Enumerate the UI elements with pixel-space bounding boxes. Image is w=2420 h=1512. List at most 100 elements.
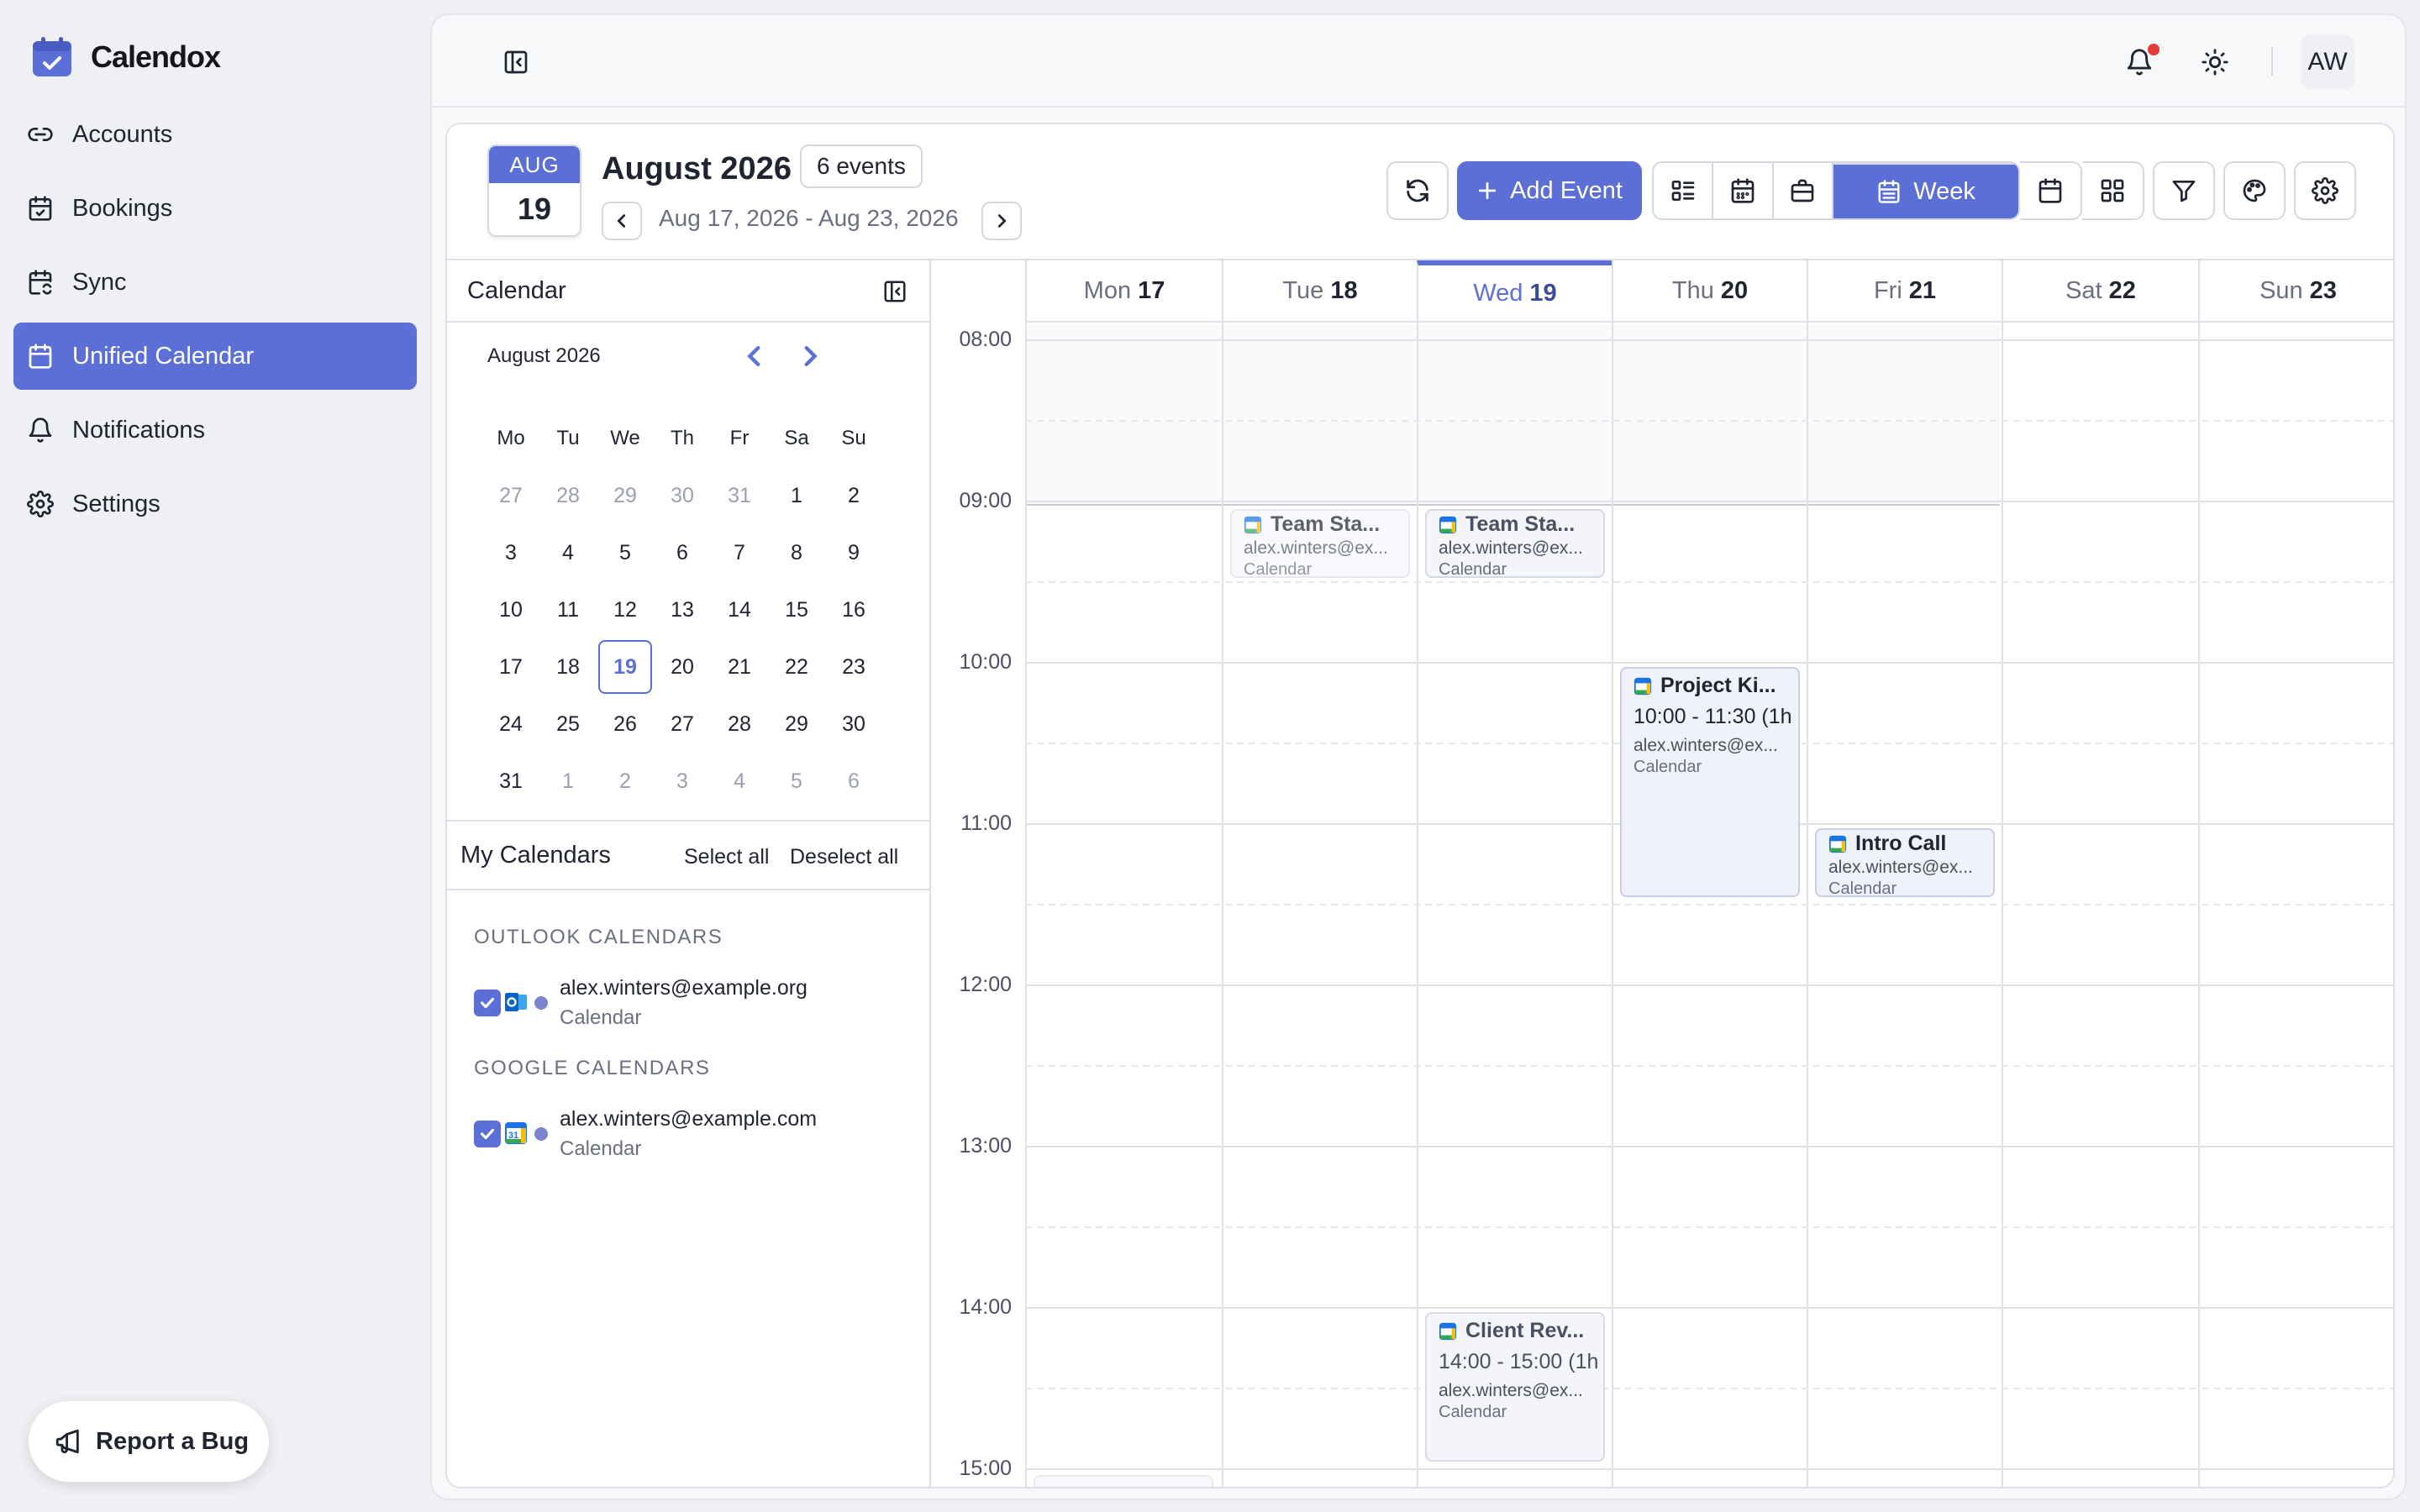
mini-day[interactable]: 14 [711,581,768,638]
mini-day[interactable]: 17 [482,638,539,696]
mini-day[interactable]: 10 [482,581,539,638]
mini-day[interactable]: 25 [539,696,597,753]
event-project-kickoff[interactable]: Project Ki... 10:00 - 11:30 (1h alex.win… [1620,667,1800,897]
mini-day[interactable]: 6 [825,753,882,810]
event-title: Team Sta... [1465,512,1576,536]
refresh-button[interactable] [1386,161,1449,220]
top-bar: AW [432,15,2405,108]
day-header-wed[interactable]: Wed 19 [1417,260,1612,323]
day-header-mon[interactable]: Mon 17 [1025,260,1222,323]
view-work-button[interactable] [1774,163,1834,218]
mini-next-month-button[interactable] [788,334,832,378]
event-intro-call[interactable]: Intro Call alex.winters@ex... Calendar [1815,828,1995,897]
mini-day[interactable]: 8 [768,524,825,581]
mini-day[interactable]: 26 [597,696,654,753]
mini-day[interactable]: 16 [825,581,882,638]
day-name: Mon [1083,276,1132,304]
mini-day[interactable]: 1 [768,467,825,524]
event-client-review[interactable]: Client Rev... 14:00 - 15:00 (1h alex.win… [1425,1312,1605,1462]
mini-day[interactable]: 27 [654,696,711,753]
mini-day-selected[interactable]: 19 [597,638,654,696]
day-header-sat[interactable]: Sat 22 [2002,260,2198,323]
user-avatar[interactable]: AW [2301,35,2354,89]
mini-day[interactable]: 4 [539,524,597,581]
day-header-fri[interactable]: Fri 21 [1807,260,2002,323]
day-header-tue[interactable]: Tue 18 [1222,260,1417,323]
sidebar-item-sync[interactable]: Sync [13,249,417,316]
mini-day[interactable]: 28 [711,696,768,753]
mini-day[interactable]: 29 [768,696,825,753]
event-partial-mon[interactable] [1034,1475,1213,1487]
mini-day[interactable]: 3 [654,753,711,810]
sidebar-item-accounts[interactable]: Accounts [13,101,417,168]
event-team-standup-tue[interactable]: Team Sta... alex.winters@ex... Calendar [1230,509,1410,578]
outlook-calendar-entry[interactable]: alex.winters@example.org Calendar [474,976,911,1040]
sidebar-item-settings[interactable]: Settings [13,470,417,538]
mini-day[interactable]: 23 [825,638,882,696]
date-badge[interactable]: AUG 19 [487,144,581,237]
mini-day[interactable]: 4 [711,753,768,810]
google-calendar-checkbox[interactable] [474,1121,501,1147]
mini-day[interactable]: 3 [482,524,539,581]
deselect-all-button[interactable]: Deselect all [790,845,898,869]
prev-week-button[interactable] [602,202,642,240]
time-label: 13:00 [959,1134,1012,1158]
mini-day[interactable]: 13 [654,581,711,638]
mini-day[interactable]: 2 [597,753,654,810]
mini-day[interactable]: 11 [539,581,597,638]
mini-day[interactable]: 22 [768,638,825,696]
theme-toggle-button[interactable] [2196,44,2233,81]
event-title: Client Rev... [1465,1319,1585,1342]
theme-palette-button[interactable] [2223,161,2286,220]
calendar-settings-button[interactable] [2294,161,2356,220]
mini-day[interactable]: 9 [825,524,882,581]
mini-day[interactable]: 5 [597,524,654,581]
sidebar-item-bookings[interactable]: Bookings [13,175,417,242]
mini-day[interactable]: 27 [482,467,539,524]
toggle-sidebar-button[interactable] [499,45,533,79]
event-calendar: Calendar [1244,560,1313,578]
google-calendar-entry[interactable]: 31 alex.winters@example.com Calendar [474,1107,911,1171]
event-team-standup-wed[interactable]: Team Sta... alex.winters@ex... Calendar [1425,509,1605,578]
filter-button[interactable] [2153,161,2215,220]
mini-day[interactable]: 2 [825,467,882,524]
mini-day[interactable]: 7 [711,524,768,581]
add-event-button[interactable]: Add Event [1457,161,1642,220]
mini-day[interactable]: 28 [539,467,597,524]
mini-day[interactable]: 30 [825,696,882,753]
mini-prev-month-button[interactable] [733,334,776,378]
mini-day[interactable]: 31 [711,467,768,524]
event-email: alex.winters@ex... [1244,538,1388,558]
outlook-calendar-checkbox[interactable] [474,990,501,1016]
app-logo[interactable]: Calendox [30,34,221,81]
view-list-button[interactable] [1654,163,1714,218]
mini-day[interactable]: 15 [768,581,825,638]
report-bug-button[interactable]: Report a Bug [29,1401,269,1482]
sidebar-item-notifications[interactable]: Notifications [13,396,417,464]
mini-day[interactable]: 18 [539,638,597,696]
mini-day[interactable]: 5 [768,753,825,810]
view-week-button[interactable]: Week [1833,163,2018,218]
mini-day[interactable]: 6 [654,524,711,581]
mini-day[interactable]: 20 [654,638,711,696]
view-calendar-button[interactable] [1713,163,1774,218]
sidebar-item-unified-calendar[interactable]: Unified Calendar [13,323,417,390]
busy-slot-shade [1025,324,2000,506]
view-day-button[interactable] [2020,161,2082,220]
app-name: Calendox [91,39,221,74]
notifications-button[interactable] [2121,44,2160,81]
mini-day[interactable]: 21 [711,638,768,696]
view-grid-button[interactable] [2082,161,2144,220]
collapse-panel-button[interactable] [881,277,909,306]
mini-day[interactable]: 12 [597,581,654,638]
mini-day[interactable]: 31 [482,753,539,810]
day-header-thu[interactable]: Thu 20 [1612,260,1807,323]
select-all-button[interactable]: Select all [684,845,769,869]
mini-day[interactable]: 29 [597,467,654,524]
mini-day[interactable]: 30 [654,467,711,524]
next-week-button[interactable] [981,202,1022,240]
mini-day[interactable]: 1 [539,753,597,810]
day-header-sun[interactable]: Sun 23 [2198,260,2393,323]
weekday-label: Mo [497,427,525,449]
mini-day[interactable]: 24 [482,696,539,753]
